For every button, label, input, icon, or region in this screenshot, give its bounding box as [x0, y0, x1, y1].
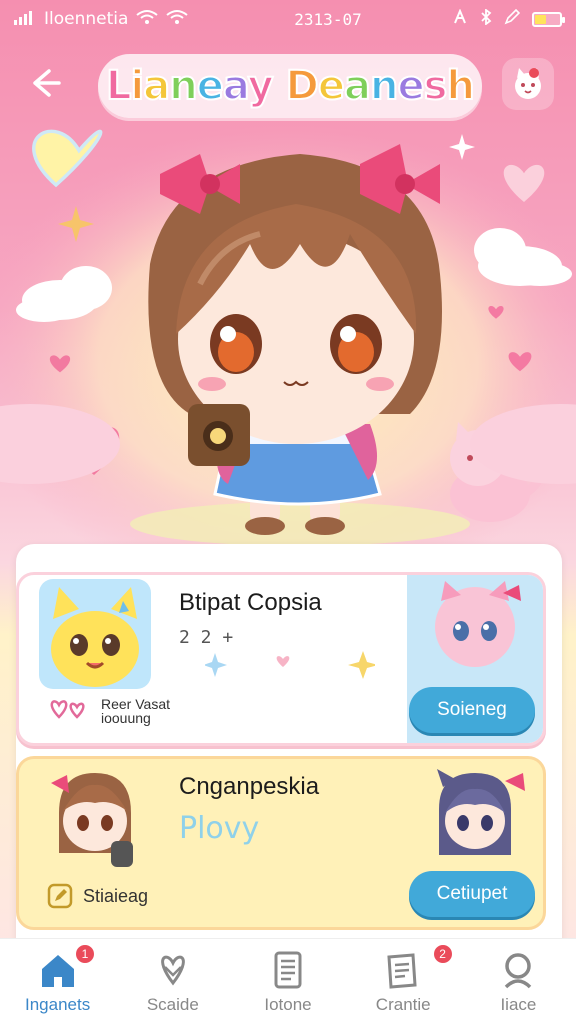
edit-icon	[504, 8, 521, 30]
nav-item-documents[interactable]: Iotone	[230, 939, 345, 1024]
title-letter: y	[247, 62, 275, 110]
character-card-1[interactable]: Btipat Copsia 2 2 + Reer Vasat ioouung S…	[16, 572, 546, 746]
back-button[interactable]	[20, 58, 70, 108]
wifi-icon	[136, 9, 159, 30]
card-1-thumbnail	[39, 579, 151, 689]
wifi-icon-2	[166, 9, 189, 30]
bottom-cloud-decor	[0, 404, 576, 484]
title-letter: h	[445, 62, 476, 110]
home-icon	[41, 955, 74, 987]
alarm-icon	[452, 7, 468, 30]
app-screen: Iloennetia 2313-07 Lianeay Deanesh Btipa…	[0, 0, 576, 1024]
battery-icon	[532, 11, 565, 27]
card-1-action-button[interactable]: Soieneg	[409, 687, 535, 733]
title-letter: e	[317, 62, 346, 110]
title-letter: a	[142, 62, 171, 110]
edit-note-icon	[47, 883, 73, 909]
card-1-title: Btipat Copsia	[179, 589, 322, 616]
title-letter: a	[343, 62, 372, 110]
card-1-footer-line-1: Reer Vasat	[101, 696, 170, 712]
nav-item-favorites[interactable]: Scaide	[115, 939, 230, 1024]
bottom-navigation: 1 Inganets Scaide Iotone 2 Crantie Iiace	[0, 938, 576, 1024]
title-letter: s	[423, 62, 449, 110]
nav-label-home: Inganets	[24, 995, 91, 1014]
title-letter: a	[222, 62, 250, 110]
app-title-text: Lianeay Deanesh	[105, 62, 476, 110]
title-letter: n	[369, 62, 400, 110]
nav-item-search[interactable]: Iiace	[461, 939, 576, 1024]
card-2-title: Cnganpeskia	[179, 773, 320, 800]
notes-icon	[387, 953, 417, 989]
document-icon	[274, 951, 302, 989]
title-letter: i	[130, 62, 146, 110]
status-time: 2313-07	[294, 9, 362, 29]
cat-profile-icon	[515, 68, 541, 99]
carrier-name: Iloennetia	[44, 9, 129, 29]
title-letter: e	[396, 62, 425, 110]
nav-badge-home: 1	[74, 943, 96, 965]
bluetooth-icon	[480, 7, 492, 30]
profile-button[interactable]	[502, 58, 554, 110]
nav-label-create: Crantie	[375, 995, 431, 1014]
heart-icon	[160, 955, 185, 986]
card-2-footer-text: Stiaieag	[83, 885, 149, 906]
title-letter: L	[105, 62, 132, 110]
title-letter	[273, 63, 286, 109]
nav-label-documents: Iotone	[264, 995, 312, 1014]
battery-level	[535, 14, 546, 24]
card-2-thumbnail	[39, 763, 151, 873]
card-2-footer: Stiaieag	[47, 883, 148, 909]
nav-label-favorites: Scaide	[146, 995, 199, 1014]
signal-icon	[14, 9, 36, 30]
hearts-icon	[50, 700, 85, 719]
nav-badge-create: 2	[431, 943, 454, 965]
card-2-action-button[interactable]: Cetiupet	[409, 871, 535, 917]
card-1-footer: Reer Vasat ioouung	[47, 697, 170, 725]
card-1-meta: 2 2 +	[179, 627, 234, 648]
character-card-2[interactable]: Cnganpeskia Plovy Stiaieag Cetiupet	[16, 756, 546, 930]
app-title: Lianeay Deanesh	[98, 54, 482, 118]
title-letter: D	[285, 62, 320, 110]
title-letter: n	[168, 62, 199, 110]
card-2-subtitle: Plovy	[179, 811, 260, 846]
status-bar: Iloennetia 2313-07	[0, 0, 576, 38]
back-arrow-icon	[33, 69, 61, 97]
card-1-footer-line-2: ioouung	[101, 710, 151, 726]
nav-item-create[interactable]: 2 Crantie	[346, 939, 461, 1024]
nav-item-home[interactable]: 1 Inganets	[0, 939, 115, 1024]
search-icon	[505, 953, 532, 989]
title-letter: e	[196, 62, 225, 110]
nav-label-search: Iiace	[500, 995, 537, 1014]
app-header: Lianeay Deanesh	[0, 44, 576, 124]
card-1-sparkles	[205, 651, 375, 679]
